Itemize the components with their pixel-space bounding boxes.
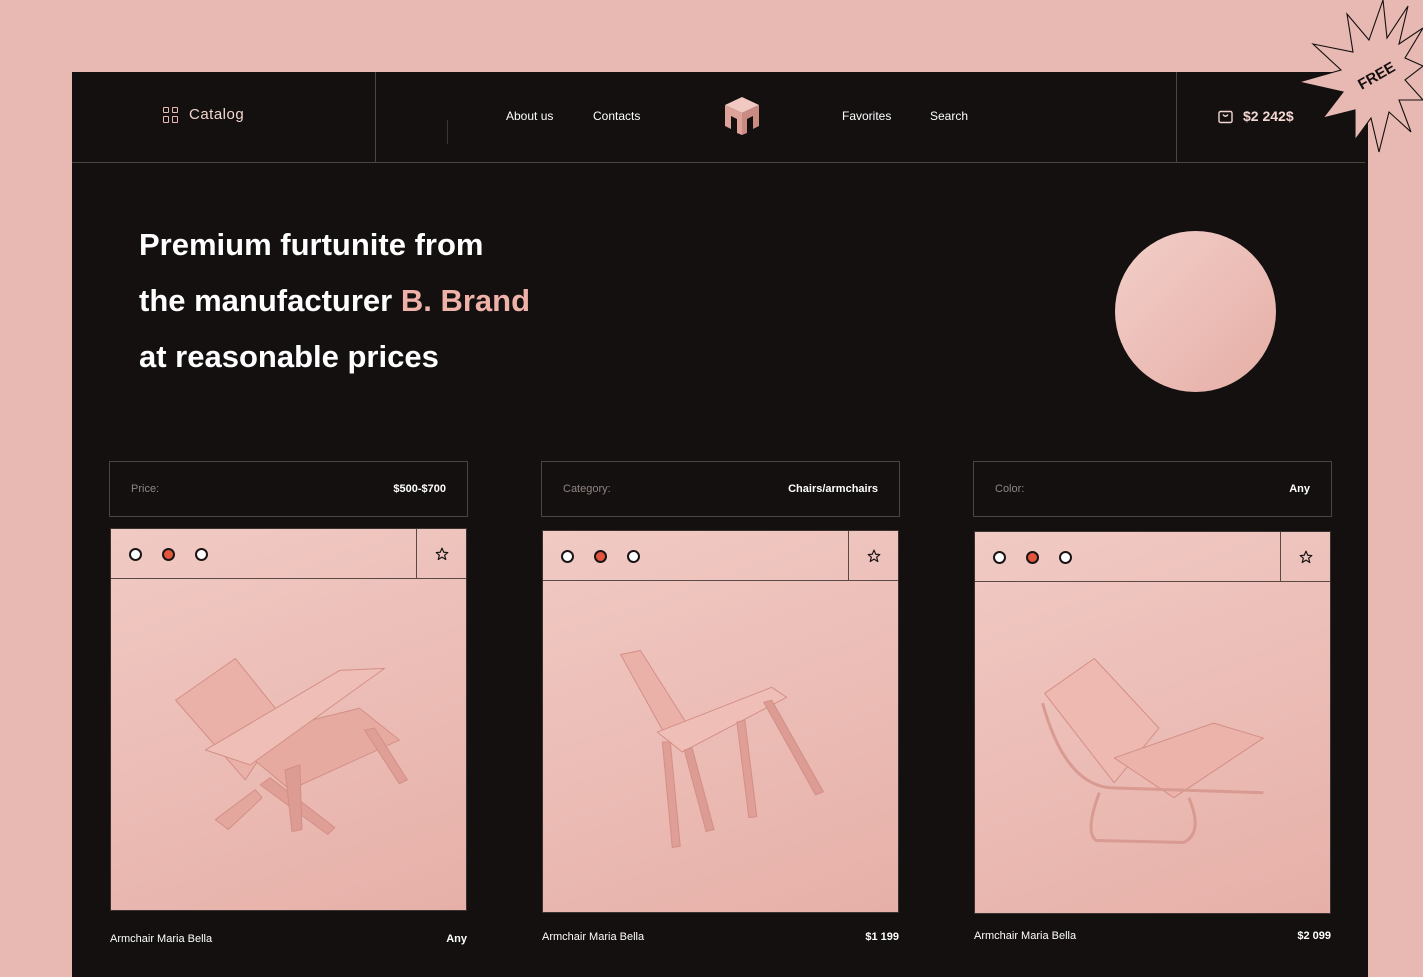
star-icon bbox=[867, 549, 880, 563]
star-icon bbox=[435, 547, 448, 561]
product-name: Armchair Maria Bella bbox=[542, 931, 645, 943]
header-divider bbox=[1176, 72, 1177, 163]
header-divider bbox=[375, 72, 376, 163]
filter-label: Category: bbox=[563, 483, 611, 495]
color-filter[interactable]: Color: Any bbox=[973, 461, 1332, 517]
product-price: $1 199 bbox=[865, 931, 899, 943]
price-filter[interactable]: Price: $500-$700 bbox=[109, 461, 468, 517]
filter-label: Color: bbox=[995, 483, 1025, 495]
product-price: $2 099 bbox=[1297, 930, 1331, 942]
hero-line-1: Premium furtunite from bbox=[139, 227, 484, 262]
card-toolbar bbox=[975, 532, 1330, 582]
card-toolbar bbox=[111, 529, 466, 579]
filter-value: Any bbox=[1289, 483, 1310, 495]
chair-image bbox=[620, 650, 824, 848]
color-option-selected[interactable] bbox=[162, 548, 175, 561]
hero-heading: Premium furtunite from the manufacturer … bbox=[139, 217, 530, 385]
favorite-button[interactable] bbox=[416, 529, 466, 579]
category-filter[interactable]: Category: Chairs/armchairs bbox=[541, 461, 900, 517]
catalog-button[interactable]: Catalog bbox=[163, 106, 244, 123]
decorative-circle bbox=[1115, 231, 1276, 392]
color-option[interactable] bbox=[1059, 551, 1072, 564]
header: Catalog About us Contacts Favorites Sear… bbox=[72, 72, 1365, 163]
color-option[interactable] bbox=[561, 550, 574, 563]
hero-line-2: the manufacturer B. Brand bbox=[139, 273, 530, 329]
product-name: Armchair Maria Bella bbox=[974, 930, 1077, 942]
header-divider bbox=[447, 120, 448, 144]
product-card[interactable] bbox=[542, 530, 899, 913]
filter-label: Price: bbox=[131, 483, 160, 495]
main-frame: Catalog About us Contacts Favorites Sear… bbox=[72, 72, 1368, 977]
hero-line-2-text: the manufacturer bbox=[139, 283, 401, 318]
product-card[interactable] bbox=[974, 531, 1331, 914]
nav-contacts[interactable]: Contacts bbox=[593, 109, 640, 123]
color-option-selected[interactable] bbox=[1026, 551, 1039, 564]
cart-button[interactable]: $2 242$ bbox=[1217, 107, 1294, 124]
grid-icon bbox=[163, 106, 179, 123]
color-option[interactable] bbox=[129, 548, 142, 561]
filter-value: Chairs/armchairs bbox=[788, 483, 878, 495]
color-option-selected[interactable] bbox=[594, 550, 607, 563]
free-badge[interactable]: FREE bbox=[1293, 0, 1423, 160]
nav-about-us[interactable]: About us bbox=[506, 109, 553, 123]
nav-search[interactable]: Search bbox=[930, 109, 968, 123]
card-toolbar bbox=[543, 531, 898, 581]
star-icon bbox=[1299, 550, 1312, 564]
color-option[interactable] bbox=[195, 548, 208, 561]
color-option[interactable] bbox=[993, 551, 1006, 564]
filter-value: $500-$700 bbox=[393, 483, 446, 495]
shopping-bag-icon bbox=[1218, 110, 1233, 124]
hero-line-3: at reasonable prices bbox=[139, 339, 439, 374]
product-card[interactable] bbox=[110, 528, 467, 911]
lounge-chair-image bbox=[1041, 658, 1264, 844]
favorite-button[interactable] bbox=[848, 531, 898, 581]
product-price: Any bbox=[446, 933, 467, 945]
brand-name: B. Brand bbox=[400, 283, 531, 318]
color-option[interactable] bbox=[627, 550, 640, 563]
nav-favorites[interactable]: Favorites bbox=[842, 109, 891, 123]
armchair-image bbox=[175, 657, 408, 835]
product-name: Armchair Maria Bella bbox=[110, 933, 213, 945]
cart-total: $2 242$ bbox=[1243, 107, 1294, 124]
favorite-button[interactable] bbox=[1280, 532, 1330, 582]
catalog-label: Catalog bbox=[189, 106, 245, 123]
logo-icon[interactable] bbox=[723, 95, 761, 137]
